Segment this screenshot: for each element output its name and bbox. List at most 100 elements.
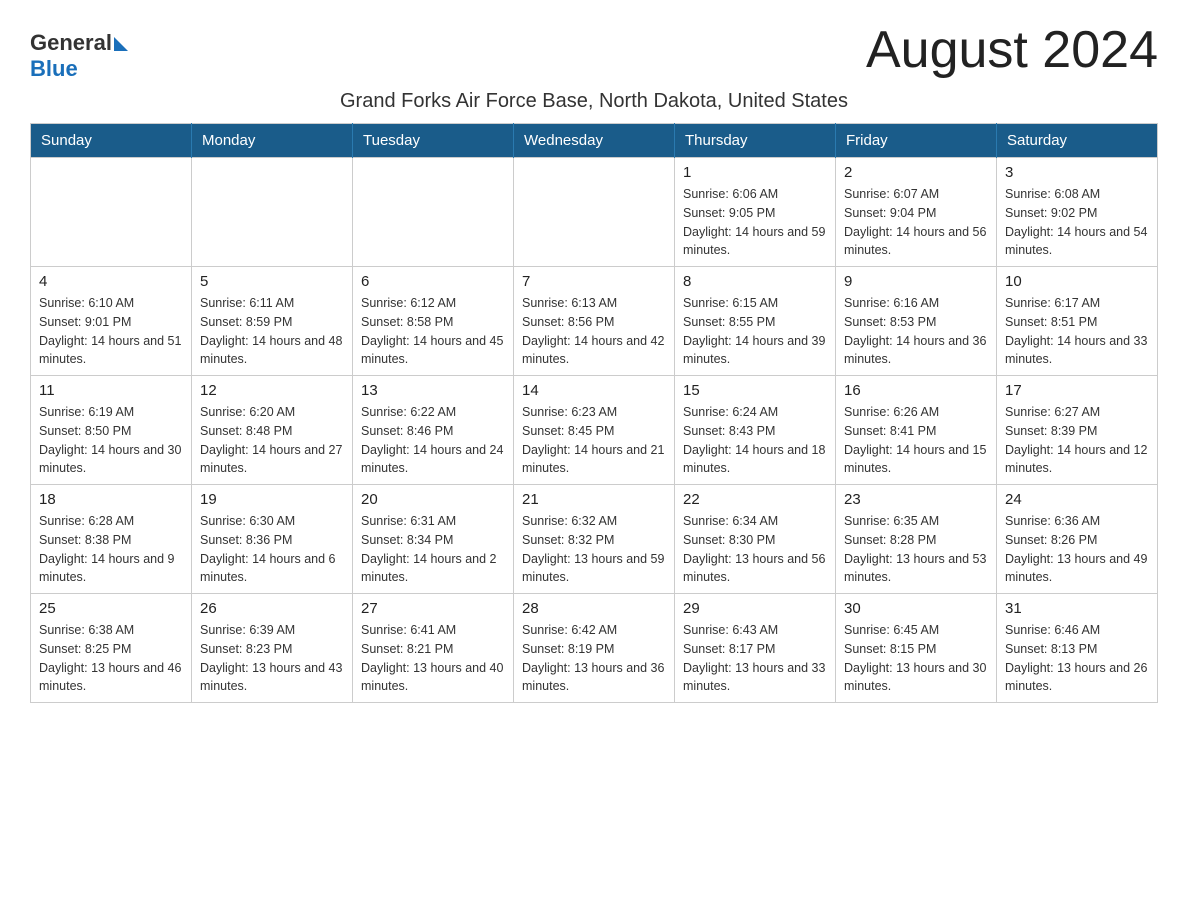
logo-blue: Blue [30, 56, 78, 82]
weekday-header-friday: Friday [836, 124, 997, 158]
day-number: 25 [39, 600, 183, 617]
calendar-cell: 21 Sunrise: 6:32 AM Sunset: 8:32 PM Dayli… [514, 485, 675, 594]
weekday-header-tuesday: Tuesday [353, 124, 514, 158]
day-number: 14 [522, 382, 666, 399]
day-info: Sunrise: 6:35 AM Sunset: 8:28 PM Dayligh… [844, 512, 988, 587]
day-number: 9 [844, 273, 988, 290]
day-info: Sunrise: 6:31 AM Sunset: 8:34 PM Dayligh… [361, 512, 505, 587]
day-info: Sunrise: 6:38 AM Sunset: 8:25 PM Dayligh… [39, 621, 183, 696]
calendar-cell: 8 Sunrise: 6:15 AM Sunset: 8:55 PM Daylig… [675, 267, 836, 376]
calendar-table: SundayMondayTuesdayWednesdayThursdayFrid… [30, 123, 1158, 703]
calendar-cell [353, 158, 514, 267]
weekday-header-wednesday: Wednesday [514, 124, 675, 158]
calendar-cell: 29 Sunrise: 6:43 AM Sunset: 8:17 PM Dayli… [675, 594, 836, 703]
calendar-cell [192, 158, 353, 267]
day-number: 8 [683, 273, 827, 290]
day-info: Sunrise: 6:15 AM Sunset: 8:55 PM Dayligh… [683, 294, 827, 369]
day-number: 11 [39, 382, 183, 399]
day-info: Sunrise: 6:34 AM Sunset: 8:30 PM Dayligh… [683, 512, 827, 587]
day-info: Sunrise: 6:17 AM Sunset: 8:51 PM Dayligh… [1005, 294, 1149, 369]
day-number: 27 [361, 600, 505, 617]
day-info: Sunrise: 6:39 AM Sunset: 8:23 PM Dayligh… [200, 621, 344, 696]
calendar-cell: 2Sunrise: 6:07 AM Sunset: 9:04 PM Daylig… [836, 158, 997, 267]
day-info: Sunrise: 6:32 AM Sunset: 8:32 PM Dayligh… [522, 512, 666, 587]
calendar-cell: 30 Sunrise: 6:45 AM Sunset: 8:15 PM Dayli… [836, 594, 997, 703]
day-info: Sunrise: 6:22 AM Sunset: 8:46 PM Dayligh… [361, 403, 505, 478]
day-info: Sunrise: 6:41 AM Sunset: 8:21 PM Dayligh… [361, 621, 505, 696]
calendar-cell: 9Sunrise: 6:16 AM Sunset: 8:53 PM Daylig… [836, 267, 997, 376]
day-number: 10 [1005, 273, 1149, 290]
calendar-cell: 15 Sunrise: 6:24 AM Sunset: 8:43 PM Dayli… [675, 376, 836, 485]
day-number: 29 [683, 600, 827, 617]
week-row-1: 1 Sunrise: 6:06 AM Sunset: 9:05 PM Daylig… [31, 158, 1158, 267]
day-info: Sunrise: 6:24 AM Sunset: 8:43 PM Dayligh… [683, 403, 827, 478]
day-number: 28 [522, 600, 666, 617]
logo-triangle-icon [114, 37, 128, 51]
calendar-cell: 6 Sunrise: 6:12 AM Sunset: 8:58 PM Daylig… [353, 267, 514, 376]
calendar-cell: 24Sunrise: 6:36 AM Sunset: 8:26 PM Dayli… [997, 485, 1158, 594]
week-row-2: 4 Sunrise: 6:10 AM Sunset: 9:01 PM Daylig… [31, 267, 1158, 376]
calendar-cell: 7Sunrise: 6:13 AM Sunset: 8:56 PM Daylig… [514, 267, 675, 376]
week-row-4: 18 Sunrise: 6:28 AM Sunset: 8:38 PM Dayli… [31, 485, 1158, 594]
day-number: 15 [683, 382, 827, 399]
calendar-cell: 26Sunrise: 6:39 AM Sunset: 8:23 PM Dayli… [192, 594, 353, 703]
day-info: Sunrise: 6:46 AM Sunset: 8:13 PM Dayligh… [1005, 621, 1149, 696]
day-number: 21 [522, 491, 666, 508]
day-info: Sunrise: 6:36 AM Sunset: 8:26 PM Dayligh… [1005, 512, 1149, 587]
calendar-cell: 16Sunrise: 6:26 AM Sunset: 8:41 PM Dayli… [836, 376, 997, 485]
day-info: Sunrise: 6:42 AM Sunset: 8:19 PM Dayligh… [522, 621, 666, 696]
day-number: 23 [844, 491, 988, 508]
calendar-cell: 20 Sunrise: 6:31 AM Sunset: 8:34 PM Dayli… [353, 485, 514, 594]
day-number: 30 [844, 600, 988, 617]
location-title: Grand Forks Air Force Base, North Dakota… [30, 90, 1158, 113]
calendar-cell [514, 158, 675, 267]
weekday-header-monday: Monday [192, 124, 353, 158]
day-number: 19 [200, 491, 344, 508]
calendar-cell: 18 Sunrise: 6:28 AM Sunset: 8:38 PM Dayli… [31, 485, 192, 594]
weekday-header-sunday: Sunday [31, 124, 192, 158]
day-number: 17 [1005, 382, 1149, 399]
calendar-cell: 4 Sunrise: 6:10 AM Sunset: 9:01 PM Daylig… [31, 267, 192, 376]
calendar-cell: 14Sunrise: 6:23 AM Sunset: 8:45 PM Dayli… [514, 376, 675, 485]
calendar-cell: 11 Sunrise: 6:19 AM Sunset: 8:50 PM Dayli… [31, 376, 192, 485]
calendar-cell [31, 158, 192, 267]
day-number: 5 [200, 273, 344, 290]
calendar-header-row: SundayMondayTuesdayWednesdayThursdayFrid… [31, 124, 1158, 158]
day-number: 2 [844, 164, 988, 181]
day-number: 22 [683, 491, 827, 508]
calendar-cell: 12Sunrise: 6:20 AM Sunset: 8:48 PM Dayli… [192, 376, 353, 485]
calendar-cell: 3Sunrise: 6:08 AM Sunset: 9:02 PM Daylig… [997, 158, 1158, 267]
day-info: Sunrise: 6:28 AM Sunset: 8:38 PM Dayligh… [39, 512, 183, 587]
day-number: 1 [683, 164, 827, 181]
day-info: Sunrise: 6:45 AM Sunset: 8:15 PM Dayligh… [844, 621, 988, 696]
week-row-3: 11 Sunrise: 6:19 AM Sunset: 8:50 PM Dayli… [31, 376, 1158, 485]
day-number: 7 [522, 273, 666, 290]
day-number: 18 [39, 491, 183, 508]
day-number: 4 [39, 273, 183, 290]
day-info: Sunrise: 6:11 AM Sunset: 8:59 PM Dayligh… [200, 294, 344, 369]
day-info: Sunrise: 6:20 AM Sunset: 8:48 PM Dayligh… [200, 403, 344, 478]
page-header: General Blue August 2024 [30, 20, 1158, 82]
week-row-5: 25 Sunrise: 6:38 AM Sunset: 8:25 PM Dayli… [31, 594, 1158, 703]
day-info: Sunrise: 6:30 AM Sunset: 8:36 PM Dayligh… [200, 512, 344, 587]
calendar-cell: 23 Sunrise: 6:35 AM Sunset: 8:28 PM Dayli… [836, 485, 997, 594]
day-info: Sunrise: 6:08 AM Sunset: 9:02 PM Dayligh… [1005, 185, 1149, 260]
calendar-cell: 10 Sunrise: 6:17 AM Sunset: 8:51 PM Dayli… [997, 267, 1158, 376]
logo-general: General [30, 30, 112, 56]
day-info: Sunrise: 6:19 AM Sunset: 8:50 PM Dayligh… [39, 403, 183, 478]
day-number: 20 [361, 491, 505, 508]
calendar-cell: 22 Sunrise: 6:34 AM Sunset: 8:30 PM Dayli… [675, 485, 836, 594]
calendar-cell: 27 Sunrise: 6:41 AM Sunset: 8:21 PM Dayli… [353, 594, 514, 703]
day-info: Sunrise: 6:43 AM Sunset: 8:17 PM Dayligh… [683, 621, 827, 696]
month-title: August 2024 [866, 20, 1158, 80]
day-info: Sunrise: 6:10 AM Sunset: 9:01 PM Dayligh… [39, 294, 183, 369]
day-number: 13 [361, 382, 505, 399]
weekday-header-thursday: Thursday [675, 124, 836, 158]
calendar-cell: 31 Sunrise: 6:46 AM Sunset: 8:13 PM Dayli… [997, 594, 1158, 703]
day-number: 6 [361, 273, 505, 290]
day-info: Sunrise: 6:12 AM Sunset: 8:58 PM Dayligh… [361, 294, 505, 369]
calendar-cell: 1 Sunrise: 6:06 AM Sunset: 9:05 PM Daylig… [675, 158, 836, 267]
day-number: 31 [1005, 600, 1149, 617]
calendar-cell: 19 Sunrise: 6:30 AM Sunset: 8:36 PM Dayli… [192, 485, 353, 594]
day-info: Sunrise: 6:06 AM Sunset: 9:05 PM Dayligh… [683, 185, 827, 260]
